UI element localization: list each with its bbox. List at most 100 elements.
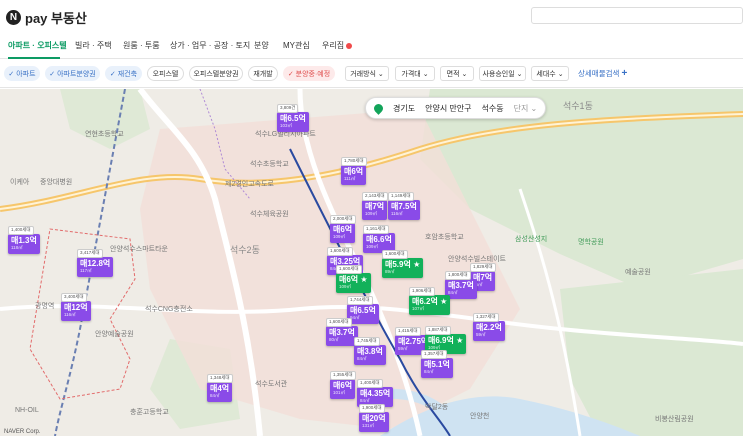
listing-count: 2,000세대 xyxy=(330,215,356,224)
map-label-station: 광명역 xyxy=(35,303,55,310)
listing-count: 1,600세대 xyxy=(327,247,353,256)
listing-marker[interactable]: 1,355세대 매6억 101㎡ xyxy=(330,371,356,399)
map-label-poi: 중앙대병원 xyxy=(40,179,73,186)
search-input[interactable] xyxy=(531,7,743,24)
dropdown-approval-date[interactable]: 사용승인일 ⌄ xyxy=(479,66,526,81)
dropdown-area-label: 면적 xyxy=(446,70,460,78)
dropdown-area[interactable]: 면적 ⌄ xyxy=(440,66,474,81)
dropdown-approval-date-label: 사용승인일 xyxy=(482,70,515,78)
listing-count: 3,400세대 xyxy=(61,293,87,302)
tab-my-home[interactable]: 우리집 xyxy=(322,40,353,51)
advanced-search-link[interactable]: 상세매물검색 + xyxy=(578,68,627,79)
listing-marker[interactable]: 1,149세대 매7.5억 116㎡ xyxy=(388,192,420,220)
listing-area: 101㎡ xyxy=(333,390,346,395)
filter-chip-presale-upcoming[interactable]: ✓ 분양중·예정 xyxy=(283,66,335,81)
tab-my-interest[interactable]: MY관심 xyxy=(283,40,310,51)
listing-area: 117㎡ xyxy=(80,268,92,273)
listing-area: 116㎡ xyxy=(391,211,403,216)
listing-count: 1,357세대 xyxy=(421,350,447,359)
listing-area: 131㎡ xyxy=(362,423,375,428)
listing-area: 84㎡ xyxy=(424,369,434,374)
listing-area: 89㎡ xyxy=(385,269,395,274)
filter-chip-officetel[interactable]: 오피스텔 xyxy=(147,66,184,81)
brand-name: pay 부동산 xyxy=(25,11,87,26)
listing-marker[interactable]: 1,357세대 매5.1억 84㎡ xyxy=(421,350,453,378)
map-label-poi: 석수초등학교 xyxy=(250,161,289,168)
map-label-poi: 충훈고등학교 xyxy=(130,409,169,416)
filter-chip-reconstruction[interactable]: ✓ 재건축 xyxy=(105,66,142,81)
listing-count: 1,348세대 xyxy=(207,374,233,383)
listing-marker-featured[interactable]: 1,600세대 매5.9억 ★ 89㎡ xyxy=(382,250,424,278)
listing-marker[interactable]: 1,745세대 매3.8억 84㎡ xyxy=(354,337,386,365)
top-bar: N pay 부동산 xyxy=(0,0,743,32)
listing-area: 118㎡ xyxy=(11,245,23,250)
tab-my-home-label: 우리집 xyxy=(322,41,345,50)
dropdown-household-count[interactable]: 세대수 ⌄ xyxy=(531,66,569,81)
listing-count: 1,800세대 xyxy=(445,271,471,280)
breadcrumb-complex-label: 단지 xyxy=(513,103,529,113)
listing-marker-featured[interactable]: 1,906세대 매6.2억 ★ 107㎡ xyxy=(409,287,451,315)
listing-marker[interactable]: 1,900세대 매20억 131㎡ xyxy=(359,404,389,432)
listing-marker[interactable]: 1,348세대 매4억 84㎡ xyxy=(207,374,233,402)
dropdown-trade-type-label: 거래방식 xyxy=(350,70,376,78)
breadcrumb-complex[interactable]: 단지 ⌄ xyxy=(514,103,538,114)
listing-count: 1,149세대 xyxy=(388,192,414,201)
listing-marker[interactable]: 1,744세대 매6.5억 94㎡ xyxy=(347,296,379,324)
advanced-search-label: 상세매물검색 xyxy=(578,69,620,78)
listing-count: 1,900세대 xyxy=(359,404,385,413)
listing-count: 1,600세대 xyxy=(336,265,362,274)
map-label-poi: 예술공원 xyxy=(625,269,651,276)
tab-villa-house[interactable]: 빌라 · 주택 xyxy=(75,40,112,51)
filter-chip-redevelopment[interactable]: 재개발 xyxy=(248,66,278,81)
map-label-poi: 연현초등학교 xyxy=(85,131,124,138)
map-label-poi: 석수CNG충전소 xyxy=(145,306,193,313)
listing-count: 1,400세대 xyxy=(357,379,383,388)
map-canvas[interactable]: 석수2동 석수1동 석수LG빌리지아파트 석수초등학교 석수체육공원 제2경인고… xyxy=(0,89,743,436)
active-tab-underline xyxy=(8,57,60,59)
tab-oneroom[interactable]: 원룸 · 투룸 xyxy=(123,40,160,51)
map-label-poi: 삼성산성지 xyxy=(515,236,548,243)
listing-area: 109㎡ xyxy=(365,211,378,216)
listing-marker[interactable]: 3,417세대 매12.8억 117㎡ xyxy=(77,249,114,277)
location-breadcrumb[interactable]: 경기도 안양시 만안구 석수동 단지 ⌄ xyxy=(365,97,547,119)
map-label-poi: 석수체육공원 xyxy=(250,211,289,218)
location-pin-icon xyxy=(372,101,385,115)
naver-logo-icon: N xyxy=(6,10,21,25)
tab-apartment-officetel[interactable]: 아파트 · 오피스텔 xyxy=(8,40,67,51)
brand-logo[interactable]: N pay 부동산 xyxy=(6,8,87,27)
listing-marker[interactable]: 2,000세대 매6억 109㎡ xyxy=(330,215,356,243)
listing-marker[interactable]: 3,400세대 매12억 116㎡ xyxy=(61,293,91,321)
listing-area: 109㎡ xyxy=(339,284,352,289)
dropdown-price-label: 가격대 xyxy=(401,70,421,78)
breadcrumb-province[interactable]: 경기도 xyxy=(393,103,415,114)
map-label-river: 안양천 xyxy=(470,413,490,420)
listing-count: 1,600세대 xyxy=(382,250,408,259)
tab-presale[interactable]: 분양 xyxy=(254,40,269,51)
map-label-district: 박달2동 xyxy=(425,404,449,411)
map-label-poi: 안양석수스마트타운 xyxy=(110,246,168,253)
breadcrumb-city[interactable]: 안양시 만안구 xyxy=(425,103,471,114)
listing-area: 111㎡ xyxy=(344,176,356,181)
dropdown-price[interactable]: 가격대 ⌄ xyxy=(395,66,435,81)
listing-count: 1,400세대 xyxy=(8,226,34,235)
filter-chip-apartment[interactable]: ✓ 아파트 xyxy=(4,66,40,81)
filter-chip-officetel-presale-right[interactable]: 오피스텔분양권 xyxy=(189,66,243,81)
listing-marker[interactable]: 3,809건 매6.5억 103㎡ xyxy=(277,104,309,132)
listing-count: 3,417세대 xyxy=(77,249,103,258)
dropdown-trade-type[interactable]: 거래방식 ⌄ xyxy=(345,66,389,81)
map-label-district: 석수2동 xyxy=(230,245,260,255)
filter-chip-apartment-presale-right[interactable]: ✓ 아파트분양권 xyxy=(45,66,100,81)
listing-marker[interactable]: 2,143세대 매7억 109㎡ xyxy=(362,192,388,220)
listing-marker[interactable]: 1,327세대 매2.2억 59㎡ xyxy=(473,313,505,341)
listing-count: 1,161세대 xyxy=(363,225,389,234)
map-label-poi: NH-OIL xyxy=(15,407,39,414)
dropdown-household-count-label: 세대수 xyxy=(536,70,556,78)
breadcrumb-dong[interactable]: 석수동 xyxy=(481,103,503,114)
map-label-road: 제2경인고속도로 xyxy=(225,181,274,188)
listing-marker[interactable]: 1,400세대 매1.3억 118㎡ xyxy=(8,226,40,254)
map-copyright: NAVER Corp. xyxy=(4,429,41,435)
listing-marker[interactable]: 1,780세대 매6억 111㎡ xyxy=(341,157,367,185)
tab-commercial[interactable]: 상가 · 업무 · 공장 · 토지 xyxy=(170,40,250,51)
listing-marker-featured[interactable]: 1,600세대 매6억 ★ 109㎡ xyxy=(336,265,371,293)
listing-area: 59㎡ xyxy=(476,332,486,337)
